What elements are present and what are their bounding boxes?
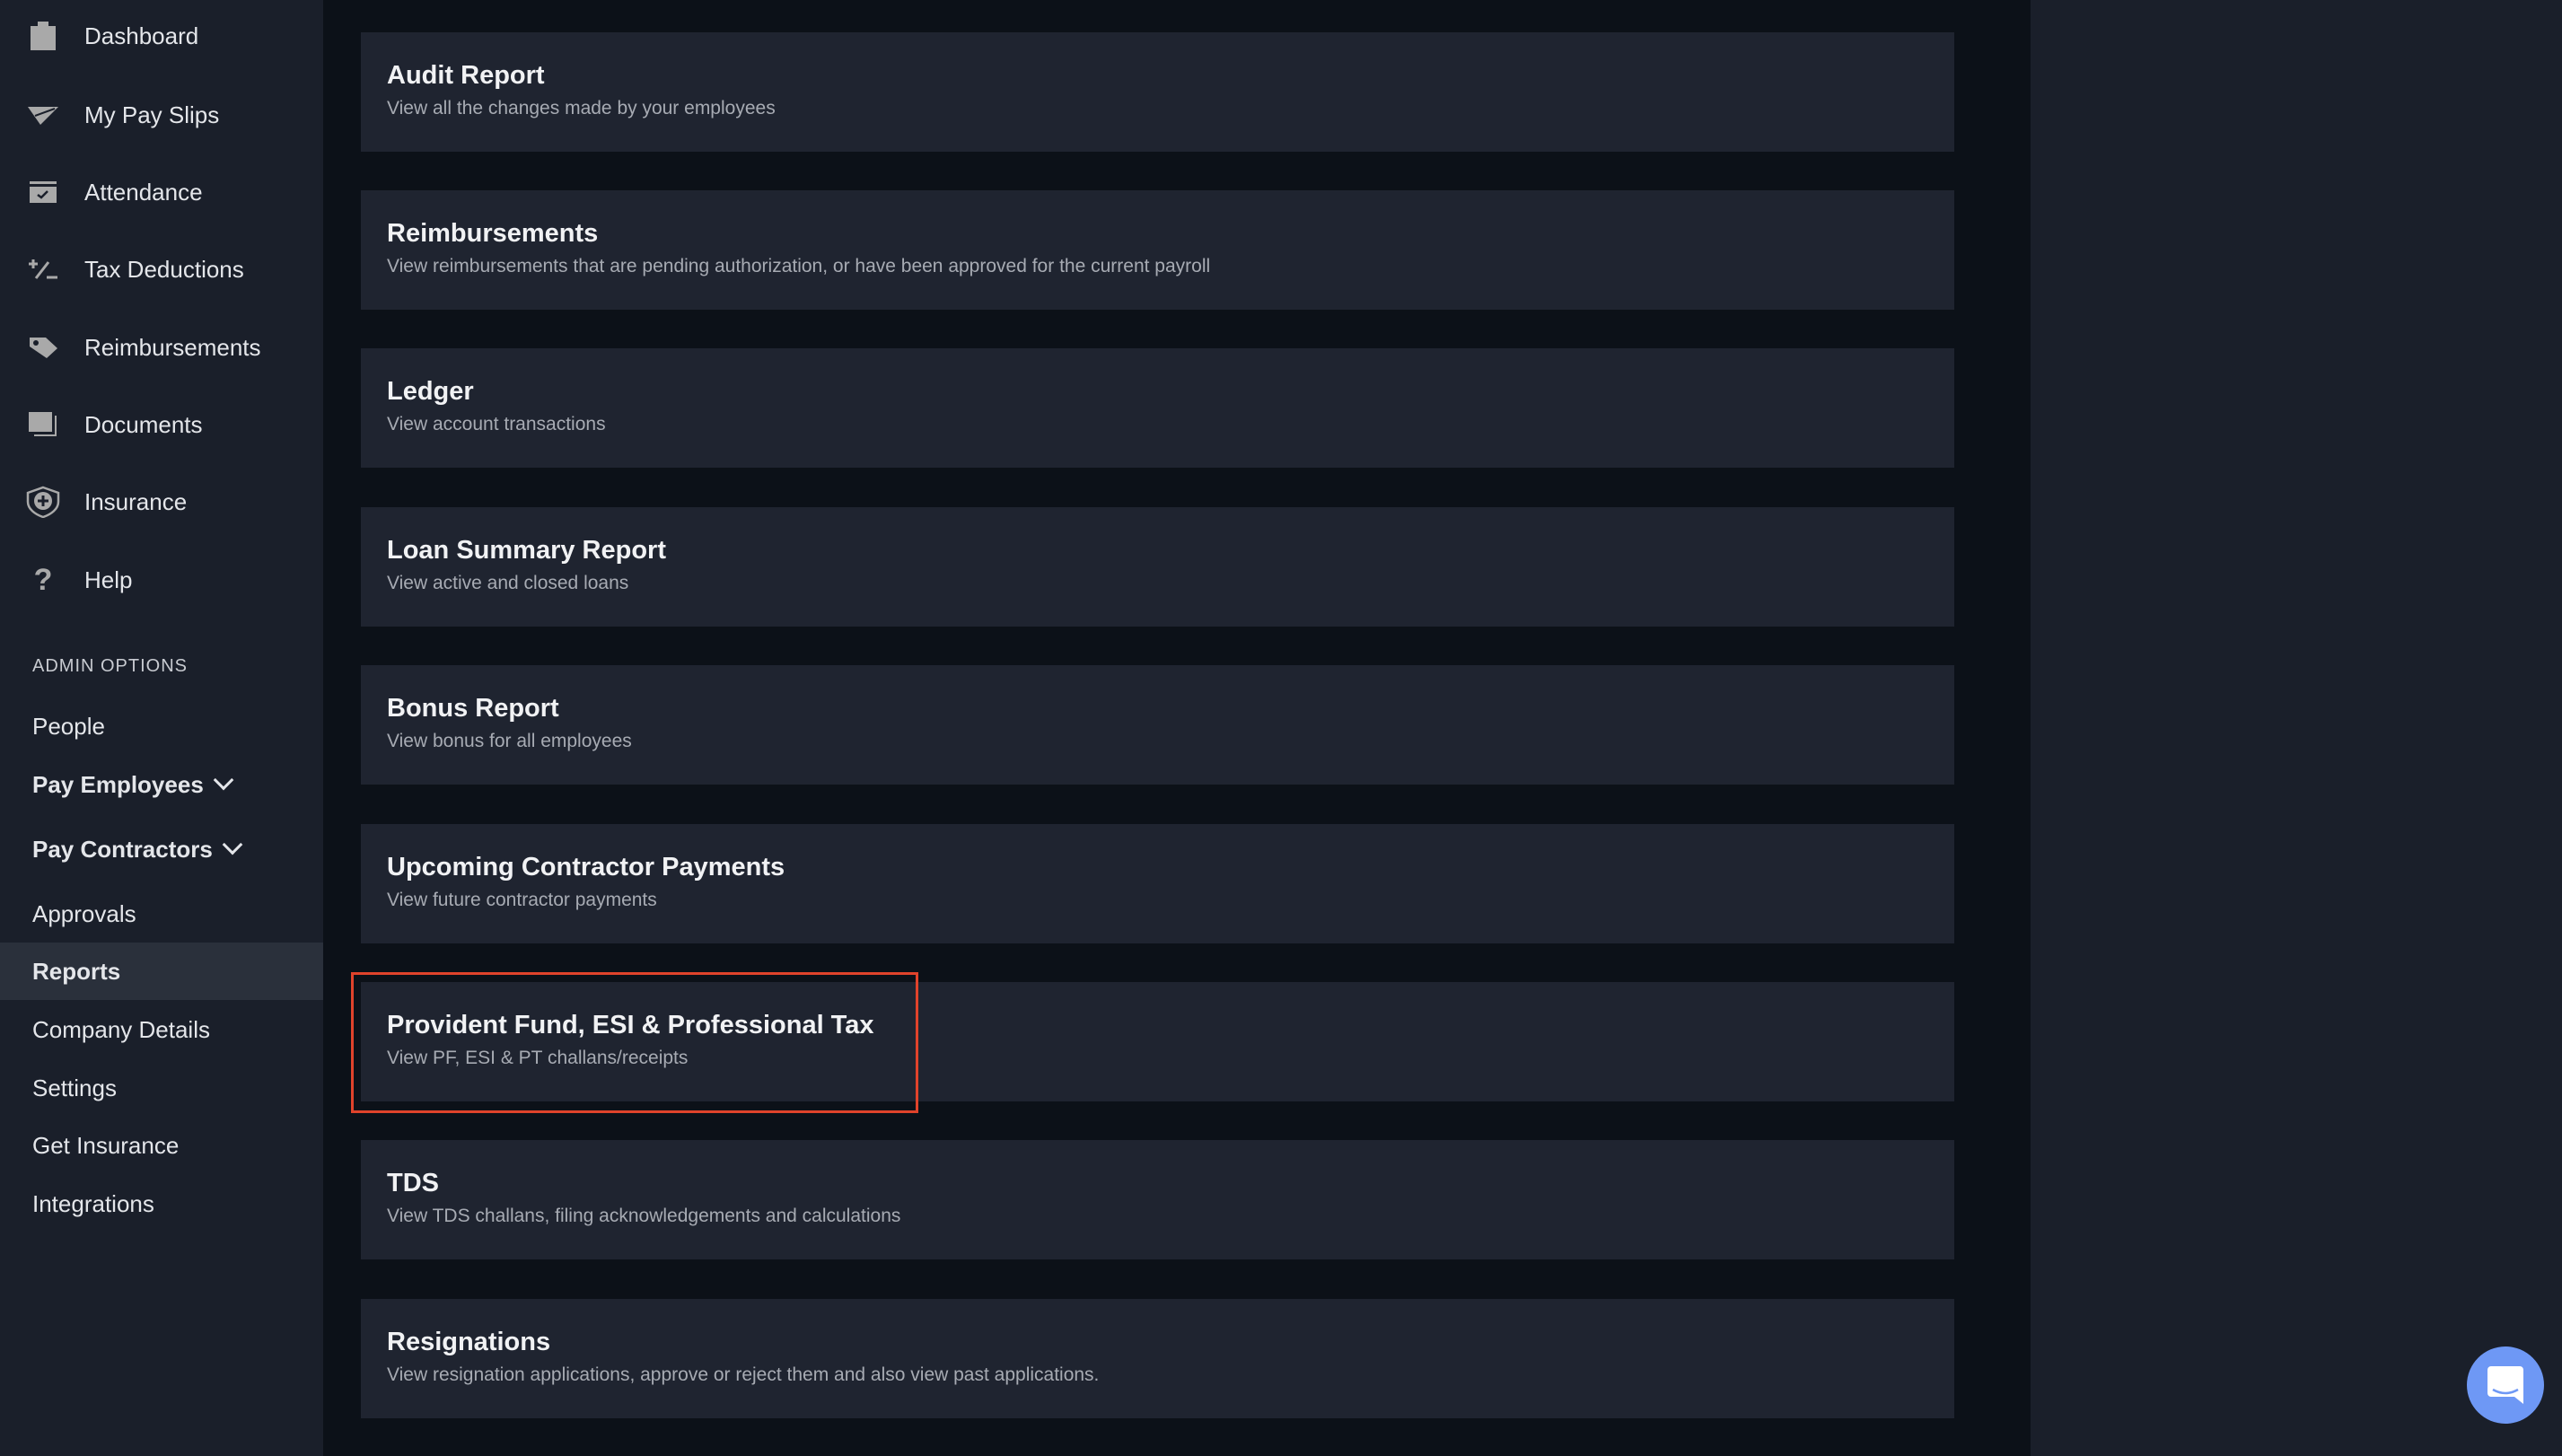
plus-minus-icon bbox=[25, 251, 61, 287]
shield-plus-icon bbox=[25, 484, 61, 520]
sidebar-item-label: Help bbox=[84, 566, 133, 593]
report-title: Audit Report bbox=[387, 61, 545, 90]
sidebar-item-label: My Pay Slips bbox=[84, 101, 220, 128]
sidebar-item-label: Get Insurance bbox=[32, 1131, 180, 1159]
reports-list: Audit Report View all the changes made by… bbox=[323, 0, 2031, 1456]
report-description: View TDS challans, filing acknowledgemen… bbox=[387, 1206, 901, 1226]
sidebar-item-settings[interactable]: Settings bbox=[0, 1059, 323, 1117]
clipboard-icon bbox=[25, 18, 61, 54]
report-card-bonus[interactable]: Bonus Report View bonus for all employees bbox=[361, 665, 1954, 785]
report-title: Ledger bbox=[387, 377, 474, 406]
report-title: TDS bbox=[387, 1169, 439, 1197]
report-title: Upcoming Contractor Payments bbox=[387, 853, 785, 881]
sidebar-item-label: People bbox=[32, 712, 105, 740]
sidebar-item-help[interactable]: ? Help bbox=[0, 553, 323, 607]
chat-button[interactable] bbox=[2467, 1346, 2544, 1424]
sidebar-item-label: Pay Employees bbox=[32, 770, 204, 798]
sidebar-item-approvals[interactable]: Approvals bbox=[0, 885, 323, 943]
sidebar-item-reports[interactable]: Reports bbox=[0, 943, 323, 1000]
tag-icon bbox=[25, 329, 61, 365]
question-icon: ? bbox=[33, 562, 53, 597]
sidebar-item-documents[interactable]: Documents bbox=[0, 398, 323, 452]
chevron-down-icon bbox=[222, 834, 243, 855]
sidebar-item-label: Reimbursements bbox=[84, 333, 261, 361]
sidebar-item-label: Approvals bbox=[32, 899, 136, 927]
sidebar-item-label: Pay Contractors bbox=[32, 835, 213, 863]
report-card-upcoming-contractor-payments[interactable]: Upcoming Contractor Payments View future … bbox=[361, 824, 1954, 943]
report-description: View active and closed loans bbox=[387, 573, 629, 593]
sidebar-item-label: Settings bbox=[32, 1074, 117, 1101]
chat-icon bbox=[2487, 1366, 2523, 1404]
report-card-resignations[interactable]: Resignations View resignation application… bbox=[361, 1299, 1954, 1418]
report-card-reimbursements[interactable]: Reimbursements View reimbursements that a… bbox=[361, 190, 1954, 310]
documents-icon bbox=[25, 407, 61, 443]
sidebar-item-insurance[interactable]: Insurance bbox=[0, 475, 323, 529]
chevron-down-icon bbox=[213, 769, 234, 791]
highlight-box bbox=[351, 972, 918, 1113]
report-title: Resignations bbox=[387, 1328, 551, 1356]
sidebar-item-label: Company Details bbox=[32, 1015, 210, 1043]
sidebar-item-tax-deductions[interactable]: Tax Deductions bbox=[0, 242, 323, 296]
report-card-audit[interactable]: Audit Report View all the changes made by… bbox=[361, 32, 1954, 152]
report-title: Bonus Report bbox=[387, 694, 559, 723]
report-description: View resignation applications, approve o… bbox=[387, 1364, 1100, 1385]
sidebar-item-label: Dashboard bbox=[84, 22, 199, 49]
sidebar-item-integrations[interactable]: Integrations bbox=[0, 1175, 323, 1232]
report-description: View future contractor payments bbox=[387, 890, 657, 910]
sidebar-item-label: Insurance bbox=[84, 487, 188, 515]
report-card-loan-summary[interactable]: Loan Summary Report View active and close… bbox=[361, 507, 1954, 627]
report-description: View account transactions bbox=[387, 414, 606, 434]
sidebar-item-my-pay-slips[interactable]: My Pay Slips bbox=[0, 88, 323, 142]
sidebar-item-label: Tax Deductions bbox=[84, 255, 244, 283]
sidebar-item-pay-employees[interactable]: Pay Employees bbox=[0, 756, 323, 813]
sidebar-item-pay-contractors[interactable]: Pay Contractors bbox=[0, 820, 323, 878]
sidebar-item-get-insurance[interactable]: Get Insurance bbox=[0, 1117, 323, 1174]
sidebar-item-label: Documents bbox=[84, 410, 203, 438]
report-description: View all the changes made by your employ… bbox=[387, 98, 776, 118]
sidebar-item-label: Attendance bbox=[84, 178, 203, 206]
sidebar-item-reimbursements[interactable]: Reimbursements bbox=[0, 320, 323, 374]
sidebar: Dashboard My Pay Slips Attendance Tax De… bbox=[0, 0, 323, 1456]
calendar-check-icon bbox=[25, 174, 61, 210]
report-card-ledger[interactable]: Ledger View account transactions bbox=[361, 348, 1954, 468]
admin-options-heading: ADMIN OPTIONS bbox=[32, 656, 189, 676]
sidebar-item-dashboard[interactable]: Dashboard bbox=[0, 9, 323, 63]
sidebar-item-label: Reports bbox=[32, 957, 121, 985]
paper-plane-icon bbox=[25, 97, 61, 133]
report-title: Loan Summary Report bbox=[387, 536, 666, 565]
report-description: View bonus for all employees bbox=[387, 731, 632, 751]
report-title: Reimbursements bbox=[387, 219, 599, 248]
sidebar-item-people[interactable]: People bbox=[0, 697, 323, 755]
report-card-tds[interactable]: TDS View TDS challans, filing acknowledge… bbox=[361, 1140, 1954, 1259]
report-description: View reimbursements that are pending aut… bbox=[387, 256, 1211, 276]
sidebar-item-label: Integrations bbox=[32, 1189, 154, 1217]
sidebar-item-attendance[interactable]: Attendance bbox=[0, 165, 323, 219]
sidebar-item-company-details[interactable]: Company Details bbox=[0, 1001, 323, 1058]
